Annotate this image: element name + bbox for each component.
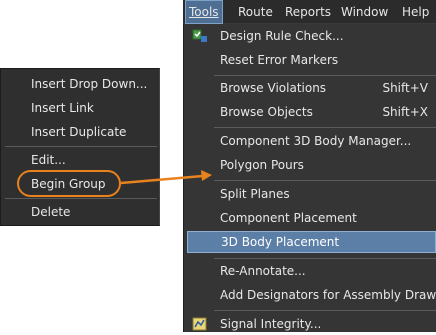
callout-arrow — [120, 170, 212, 185]
callout-arrow-line — [120, 174, 204, 185]
callout-arrow-head — [201, 170, 212, 181]
